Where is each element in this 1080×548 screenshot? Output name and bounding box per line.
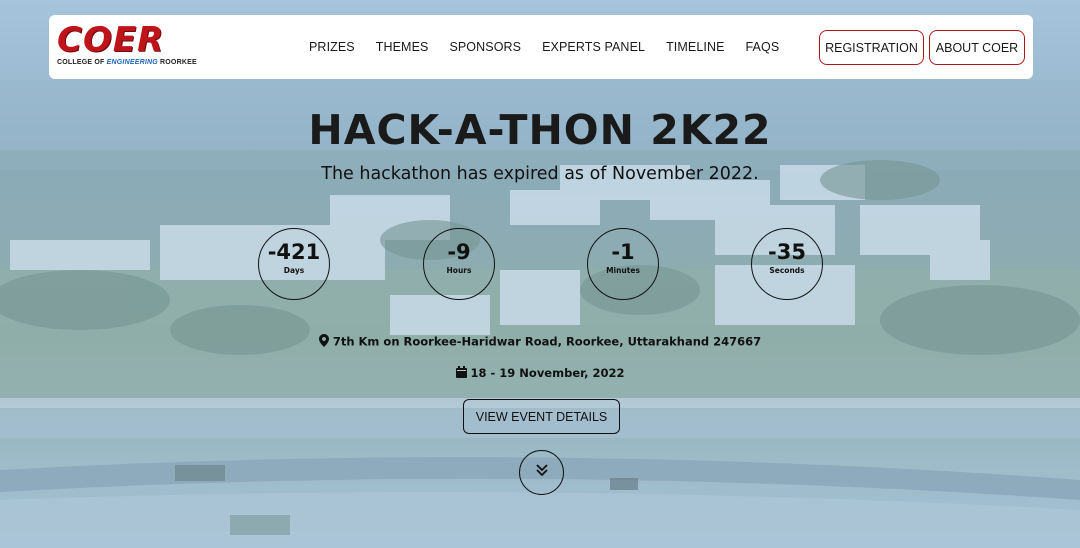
logo-tagline-highlight: ENGINEERING [106,59,158,66]
logo-tagline-suffix: ROORKEE [160,59,197,66]
countdown-hours-label: Hours [446,266,472,275]
event-dates: 18 - 19 November, 2022 [0,366,1080,381]
top-navbar: COER COLLEGE OF ENGINEERING ROORKEE PRIZ… [49,15,1033,79]
view-event-details-button[interactable]: VIEW EVENT DETAILS [463,399,620,434]
calendar-icon [455,366,467,381]
registration-button[interactable]: REGISTRATION [819,30,924,65]
hero-subtitle: The hackathon has expired as of November… [321,164,759,184]
countdown-minutes-label: Minutes [606,266,640,275]
nav-links: PRIZES THEMES SPONSORS EXPERTS PANEL TIM… [309,15,779,79]
countdown-timer: -421 Days -9 Hours -1 Minutes -35 Second… [0,228,1080,300]
nav-link-sponsors[interactable]: SPONSORS [449,40,521,54]
nav-link-faqs[interactable]: FAQS [746,40,780,54]
countdown-minutes-value: -1 [611,240,635,264]
countdown-seconds-label: Seconds [769,266,805,275]
hero-title: HACK-A-THON 2K22 [308,106,772,154]
countdown-hours-value: -9 [447,240,471,264]
event-location: 7th Km on Roorkee-Haridwar Road, Roorkee… [0,334,1080,350]
logo-tagline-prefix: COLLEGE OF [57,59,105,66]
countdown-seconds: -35 Seconds [751,228,823,300]
nav-link-prizes[interactable]: PRIZES [309,40,355,54]
nav-link-experts-panel[interactable]: EXPERTS PANEL [542,40,645,54]
countdown-days-value: -421 [267,240,321,264]
logo-tagline: COLLEGE OF ENGINEERING ROORKEE [57,59,217,66]
countdown-hours: -9 Hours [423,228,495,300]
coer-logo[interactable]: COER COLLEGE OF ENGINEERING ROORKEE [57,23,217,73]
countdown-days-label: Days [283,266,305,275]
hero-section: HACK-A-THON 2K22 The hackathon has expir… [0,0,1080,548]
nav-link-timeline[interactable]: TIMELINE [666,40,724,54]
nav-link-themes[interactable]: THEMES [376,40,429,54]
double-chevron-down-icon [535,463,549,482]
logo-wordmark: COER [57,20,165,60]
countdown-days: -421 Days [258,228,330,300]
about-coer-button[interactable]: ABOUT COER [929,30,1025,65]
countdown-seconds-value: -35 [768,240,806,264]
scroll-down-button[interactable] [519,450,564,495]
map-marker-icon [318,334,329,350]
event-dates-text: 18 - 19 November, 2022 [470,366,625,380]
event-location-text: 7th Km on Roorkee-Haridwar Road, Roorkee… [332,334,762,349]
countdown-minutes: -1 Minutes [587,228,659,300]
